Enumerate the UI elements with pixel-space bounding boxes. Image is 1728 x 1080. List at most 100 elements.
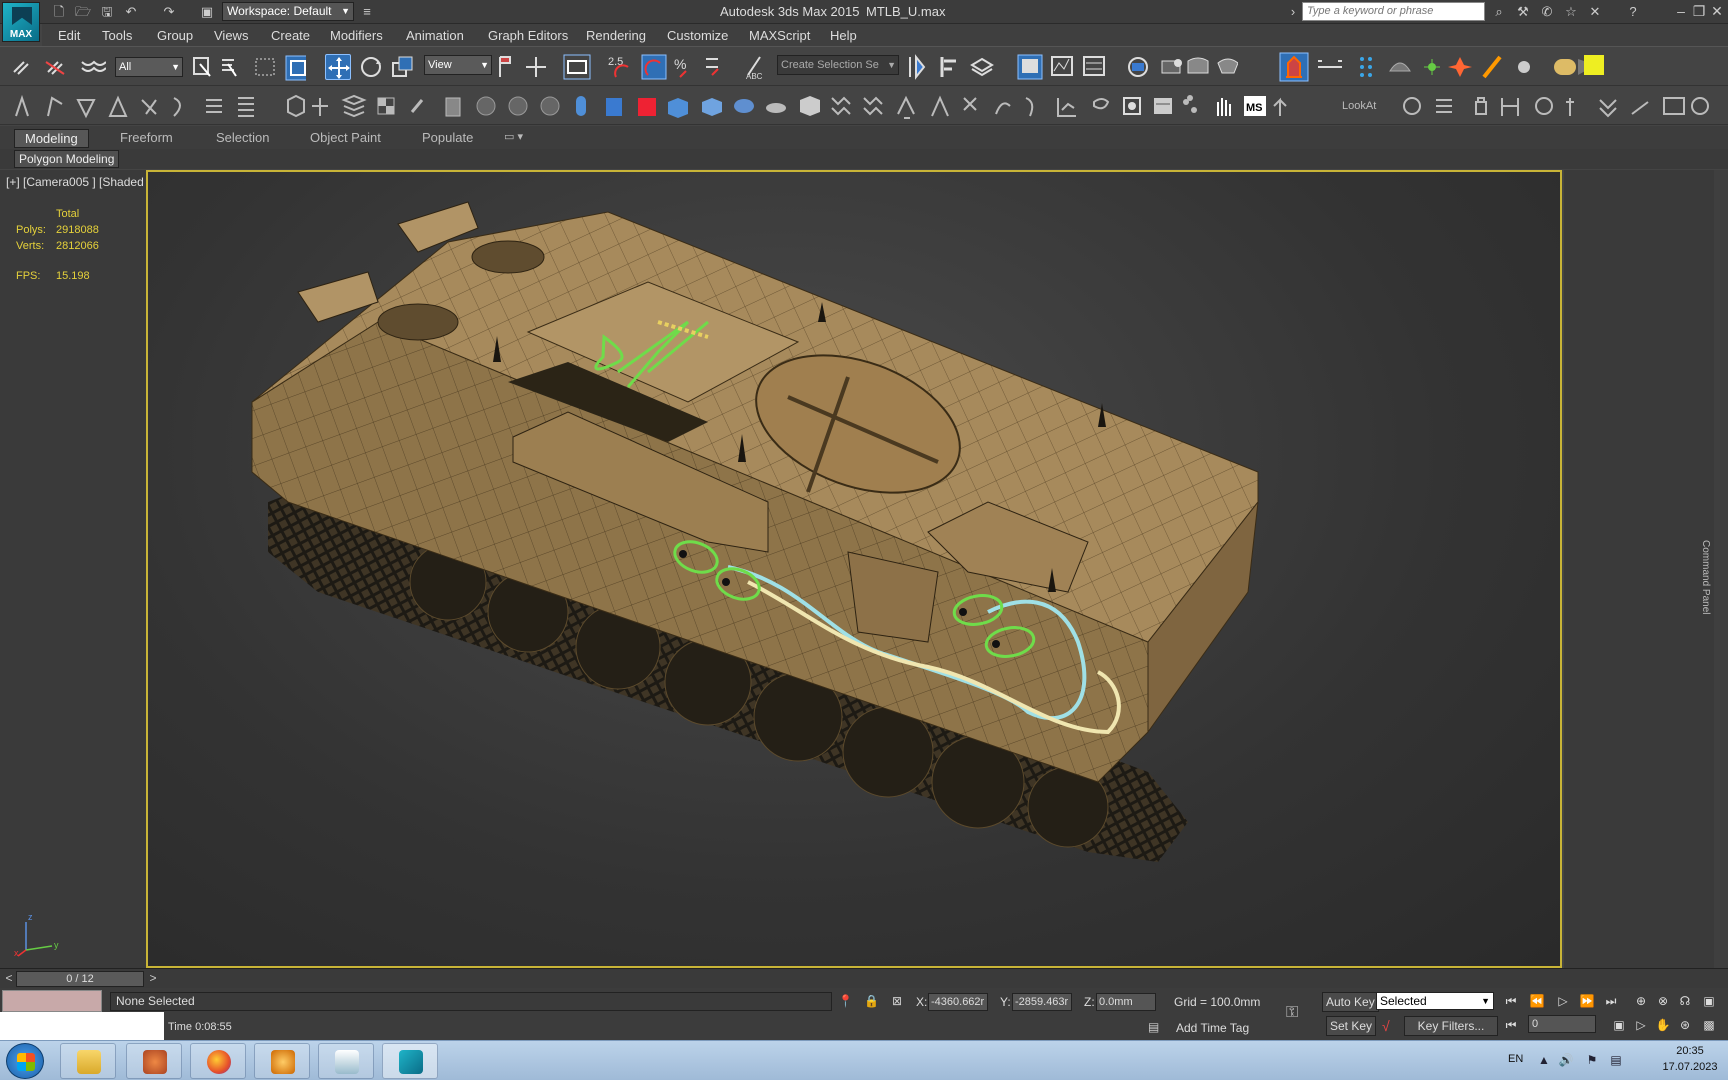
subscription-icon[interactable]: ⚒ [1514,3,1532,21]
clock-time[interactable]: 20:35 [1660,1045,1720,1057]
lookat-label[interactable]: LookAt [1342,100,1376,112]
camera-viewport[interactable] [146,170,1562,968]
key-mode-dropdown[interactable]: Selected ▼ [1376,992,1494,1010]
selection-filter-dropdown[interactable]: All ▼ [115,57,183,77]
menu-customize[interactable]: Customize [667,28,728,43]
search-input[interactable]: Type a keyword or phrase [1302,2,1485,21]
exchange-icon[interactable]: ✕ [1586,3,1604,21]
help-icon[interactable]: ? [1624,3,1642,21]
select-rotate-icon[interactable] [358,54,384,80]
search-expand-icon[interactable]: › [1284,3,1302,21]
taskbar-firefox[interactable] [190,1043,246,1079]
tab-selection[interactable]: Selection [206,129,279,148]
taskbar-app-4[interactable] [254,1043,310,1079]
menu-group[interactable]: Group [157,28,193,43]
binoculars-icon[interactable]: ⌕ [1490,3,1508,21]
favorites-star-icon[interactable]: ☆ [1562,3,1580,21]
undo-icon[interactable]: ↶ [122,3,140,21]
maxscript-input[interactable] [0,1012,164,1040]
object-tools-icons[interactable]: MS [8,92,1338,120]
maximize-viewport-icon[interactable]: ▣ [1700,992,1718,1010]
time-slider[interactable]: 0 / 12 [16,971,144,987]
selection-tools-icons[interactable] [190,54,306,82]
menu-views[interactable]: Views [214,28,248,43]
scene-tools-icons[interactable] [906,53,1238,81]
go-to-end-icon[interactable]: ⏭ [1602,992,1620,1010]
y-coord-field[interactable]: -2859.463r [1012,993,1072,1011]
pivot-tools-icons[interactable] [496,53,598,81]
isolate-selection-icon[interactable]: 📍 [838,994,853,1008]
menu-modifiers[interactable]: Modifiers [330,28,383,43]
auto-key-button[interactable]: Auto Key [1322,992,1379,1012]
absolute-mode-icon[interactable]: ⊠ [892,994,902,1008]
z-coord-field[interactable]: 0.0mm [1096,993,1156,1011]
add-time-tag-button[interactable]: Add Time Tag [1176,1021,1249,1035]
input-language[interactable]: EN [1508,1053,1523,1065]
minimize-icon[interactable]: – [1672,2,1690,20]
app-logo-button[interactable]: MAX [2,2,40,42]
communication-icon[interactable]: ✆ [1538,3,1556,21]
maximize-toggle-icon[interactable]: ▩ [1700,1016,1718,1034]
selection-lock-icon[interactable]: 🔒 [864,994,879,1008]
set-keys-key-icon[interactable]: ⚿ [1286,1004,1312,1021]
prev-frame-arrow-icon[interactable]: < [2,971,16,987]
new-file-icon[interactable]: 🗋 [50,3,68,21]
save-file-icon[interactable]: 🖫 [98,3,116,21]
ribbon-options-icon[interactable]: ▭ ▾ [494,129,533,148]
current-frame-field[interactable]: 0 [1528,1015,1596,1033]
taskbar-explorer[interactable] [60,1043,116,1079]
menu-graph-editors[interactable]: Graph Editors [488,28,568,43]
menu-create[interactable]: Create [271,28,310,43]
start-button[interactable] [6,1043,44,1079]
close-icon[interactable]: ✕ [1708,2,1726,20]
restore-icon[interactable]: ❐ [1690,2,1708,20]
select-move-icon[interactable] [325,54,351,80]
snap-tools-icons[interactable]: 2.5 % [606,53,742,81]
field-of-view-icon[interactable]: ▷ [1632,1016,1650,1034]
pan-hand-icon[interactable]: ✋ [1654,1016,1672,1034]
link-tools-icons[interactable] [10,54,106,80]
set-key-button[interactable]: Set Key [1326,1016,1377,1036]
time-configuration-icon[interactable]: ▣ [1610,1016,1628,1034]
tab-populate[interactable]: Populate [412,129,483,148]
menu-animation[interactable]: Animation [406,28,464,43]
tab-object-paint[interactable]: Object Paint [300,129,391,148]
orbit-icon[interactable]: ☊ [1676,992,1694,1010]
tray-expand-icon[interactable]: ▲ [1536,1053,1552,1069]
maxscript-listener-mini[interactable] [2,990,102,1012]
menu-maxscript[interactable]: MAXScript [749,28,810,43]
tab-freeform[interactable]: Freeform [110,129,183,148]
command-panel-label[interactable]: Command Panel [1700,540,1711,614]
edit-named-selection-icon[interactable]: ABC [744,53,766,81]
taskbar-app-5[interactable] [318,1043,374,1079]
x-coord-field[interactable]: -4360.662r [928,993,988,1011]
project-folder-icon[interactable]: ▣ [198,3,216,21]
network-icon[interactable]: ▤ [1608,1053,1624,1069]
key-mode-toggle-icon[interactable]: ⏮ [1502,1016,1520,1034]
zoom-icon[interactable]: ⊕ [1632,992,1650,1010]
clock-date[interactable]: 17.07.2023 [1660,1061,1720,1073]
menu-help[interactable]: Help [830,28,857,43]
select-scale-icon[interactable] [390,54,416,80]
zoom-all-icon[interactable]: ⊗ [1654,992,1672,1010]
menu-rendering[interactable]: Rendering [586,28,646,43]
previous-frame-icon[interactable]: ⏪ [1528,992,1546,1010]
taskbar-3dsmax[interactable] [382,1043,438,1079]
redo-icon[interactable]: ↷ [160,3,178,21]
taskbar-app-2[interactable] [126,1043,182,1079]
customize-quick-access-icon[interactable]: ≡ [358,3,376,21]
tool-extras-icons[interactable] [1396,92,1716,120]
tab-modeling[interactable]: Modeling [14,129,89,148]
play-icon[interactable]: ▷ [1554,992,1572,1010]
curve-editor-icon[interactable]: √ [1382,1018,1390,1034]
command-panel-strip[interactable] [1714,170,1728,968]
key-filters-button[interactable]: Key Filters... [1404,1016,1498,1036]
menu-edit[interactable]: Edit [58,28,80,43]
next-frame-icon[interactable]: ⏩ [1578,992,1596,1010]
open-file-icon[interactable]: 🗁 [74,3,92,21]
reference-coordinate-dropdown[interactable]: View ▼ [424,55,492,75]
next-frame-arrow-icon[interactable]: > [146,971,160,987]
time-tag-icon[interactable]: ▤ [1148,1020,1159,1034]
volume-icon[interactable]: 🔊 [1558,1053,1574,1069]
go-to-start-icon[interactable]: ⏮ [1502,992,1520,1010]
